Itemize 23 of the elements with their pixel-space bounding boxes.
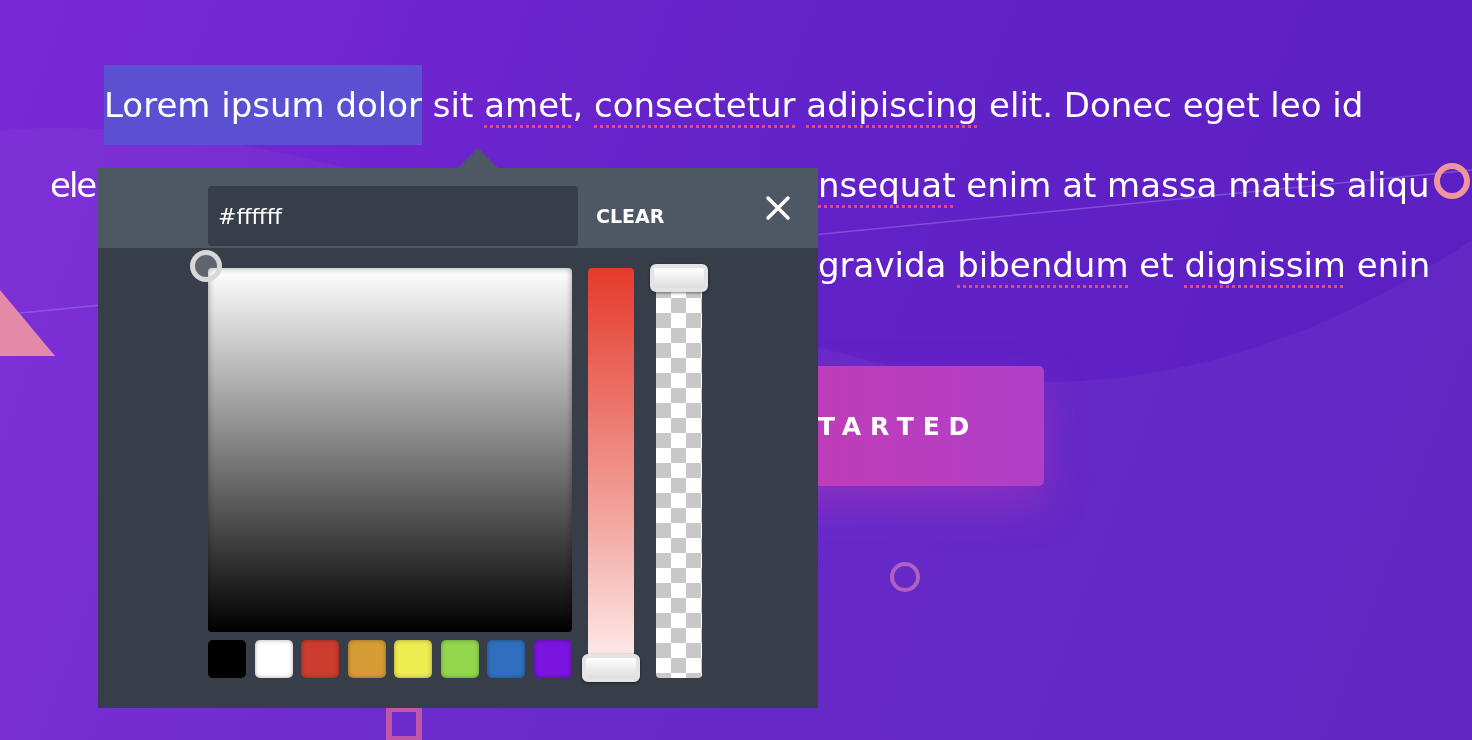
text-line: ele xyxy=(50,164,96,207)
close-icon[interactable] xyxy=(765,195,791,221)
triangle-shape xyxy=(0,290,55,356)
color-gradient-field[interactable] xyxy=(208,268,572,632)
color-swatch[interactable] xyxy=(487,640,526,678)
ring-shape xyxy=(890,562,920,592)
color-swatch[interactable] xyxy=(440,640,479,678)
slider-handle[interactable] xyxy=(582,654,640,682)
color-swatch[interactable] xyxy=(208,640,246,678)
clear-button[interactable]: CLEAR xyxy=(592,205,669,227)
square-outline-shape xyxy=(386,706,422,740)
color-swatch[interactable] xyxy=(301,640,340,678)
text-line: Lorem ipsum dolor sit amet, consectetur adipiscing elit. Donec eget leo id xyxy=(104,65,1364,145)
slider-handle[interactable] xyxy=(650,264,708,292)
text-line: gravida bibendum et dignissim enin xyxy=(818,244,1431,287)
color-swatch[interactable] xyxy=(394,640,433,678)
color-swatch[interactable] xyxy=(347,640,386,678)
color-swatch[interactable] xyxy=(533,640,572,678)
ring-shape xyxy=(1434,163,1470,199)
color-swatch[interactable] xyxy=(254,640,293,678)
picker-handle[interactable] xyxy=(190,250,222,282)
text-line: nsequat enim at massa mattis aliqu xyxy=(818,164,1430,207)
hex-input-field[interactable]: #ffffff xyxy=(208,186,578,246)
